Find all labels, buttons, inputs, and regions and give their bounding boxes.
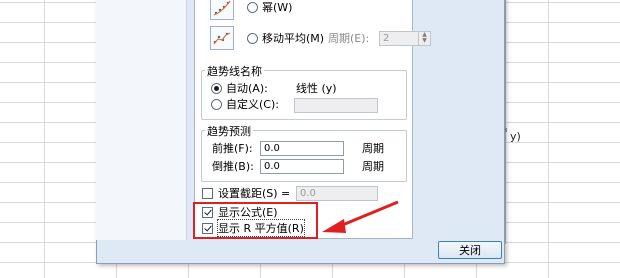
red-arrow-icon [322,200,399,233]
set-intercept-label: 设置截距(S) = [218,187,291,200]
period-value: 2 [383,33,390,44]
power-chart-icon [210,0,234,20]
moving-average-option-row [210,26,234,50]
custom-name-radio[interactable] [211,98,222,110]
moving-average-radio[interactable] [247,32,258,44]
backward-input[interactable]: 0.0 [260,159,344,174]
chart-legend-fragment: y) [510,130,521,143]
power-label: 幂(W) [262,1,293,14]
custom-name-label: 自定义(C): [226,98,279,111]
moving-average-chart-icon [210,26,234,50]
dialog-category-pane [96,0,187,240]
forward-input[interactable]: 0.0 [260,141,344,156]
power-radio[interactable] [247,1,258,13]
close-button-label: 关闭 [459,244,481,257]
spinner-arrows-icon[interactable]: ▲ ▼ [418,32,430,45]
auto-name-radio[interactable] [211,82,222,94]
moving-average-label: 移动平均(M) [262,32,325,45]
highlight-box [193,202,318,239]
backward-unit: 周期 [362,160,384,173]
custom-name-row[interactable]: 自定义(C): [211,97,279,111]
forward-unit: 周期 [362,142,384,155]
auto-name-row[interactable]: 自动(A): [211,81,268,95]
set-intercept-checkbox[interactable] [202,187,213,199]
backward-label: 倒推(B): [212,160,254,173]
set-intercept-row[interactable]: 设置截距(S) = [202,186,290,200]
chart-border [505,0,507,244]
auto-name-label: 自动(A): [226,82,268,95]
close-button[interactable]: 关闭 [438,241,502,259]
period-spinner[interactable]: 2 ▲ ▼ [379,31,431,46]
auto-name-value: 线性 (y) [296,82,337,95]
moving-average-radio-row[interactable]: 移动平均(M) [247,31,324,45]
period-label: 周期(E): [328,32,370,45]
forward-label: 前推(F): [212,142,253,155]
power-option-row [210,0,234,20]
forecast-title: 趋势预测 [205,123,253,139]
power-radio-row[interactable]: 幂(W) [247,0,292,14]
trendline-name-title: 趋势线名称 [205,63,264,79]
custom-name-input[interactable] [294,98,378,113]
